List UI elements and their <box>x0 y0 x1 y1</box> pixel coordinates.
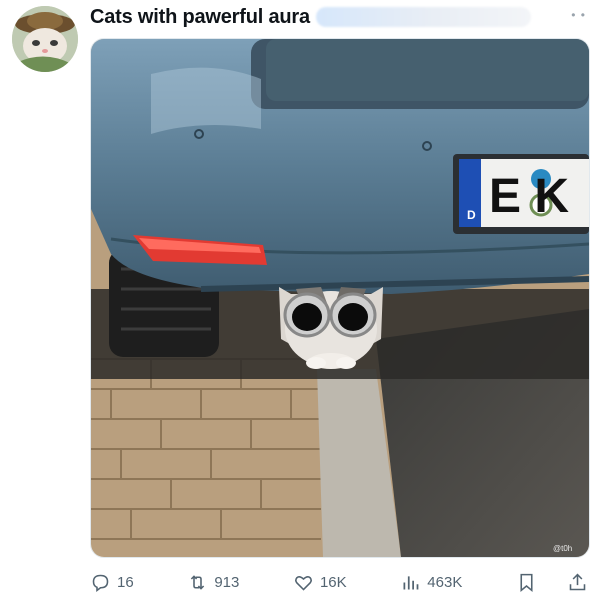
bookmark-button[interactable] <box>516 572 537 593</box>
author-name[interactable]: Cats with pawerful aura <box>90 6 310 29</box>
right-actions <box>516 572 588 593</box>
repost-count: 913 <box>214 573 240 591</box>
avatar[interactable] <box>12 6 78 72</box>
views-button[interactable]: 463K <box>400 572 462 593</box>
plate-country: D <box>467 208 476 222</box>
avatar-cat-icon <box>12 6 78 72</box>
watermark: @t0h <box>553 544 572 553</box>
author-line: Cats with pawerful aura <box>90 4 531 30</box>
share-icon <box>569 573 586 590</box>
like-icon <box>295 575 312 591</box>
share-button[interactable] <box>567 572 588 593</box>
views-icon <box>403 575 419 589</box>
reply-count: 16 <box>117 573 134 591</box>
bookmark-icon <box>520 573 533 592</box>
views-count: 463K <box>427 573 463 591</box>
repost-button[interactable]: 913 <box>187 572 239 593</box>
more-options-icon[interactable]: • • <box>571 8 586 22</box>
post-image[interactable]: D E K @t0h <box>90 38 590 558</box>
reply-button[interactable]: 16 <box>90 572 134 593</box>
plate-text: E K <box>489 170 569 223</box>
blurred-handle <box>315 7 531 27</box>
like-count: 16K <box>319 573 347 591</box>
license-plate: D E K <box>453 154 589 234</box>
repost-icon <box>191 574 205 590</box>
action-bar: 16 913 16K 463K <box>90 566 588 598</box>
reply-icon <box>92 574 109 592</box>
like-button[interactable]: 16K <box>293 572 347 593</box>
